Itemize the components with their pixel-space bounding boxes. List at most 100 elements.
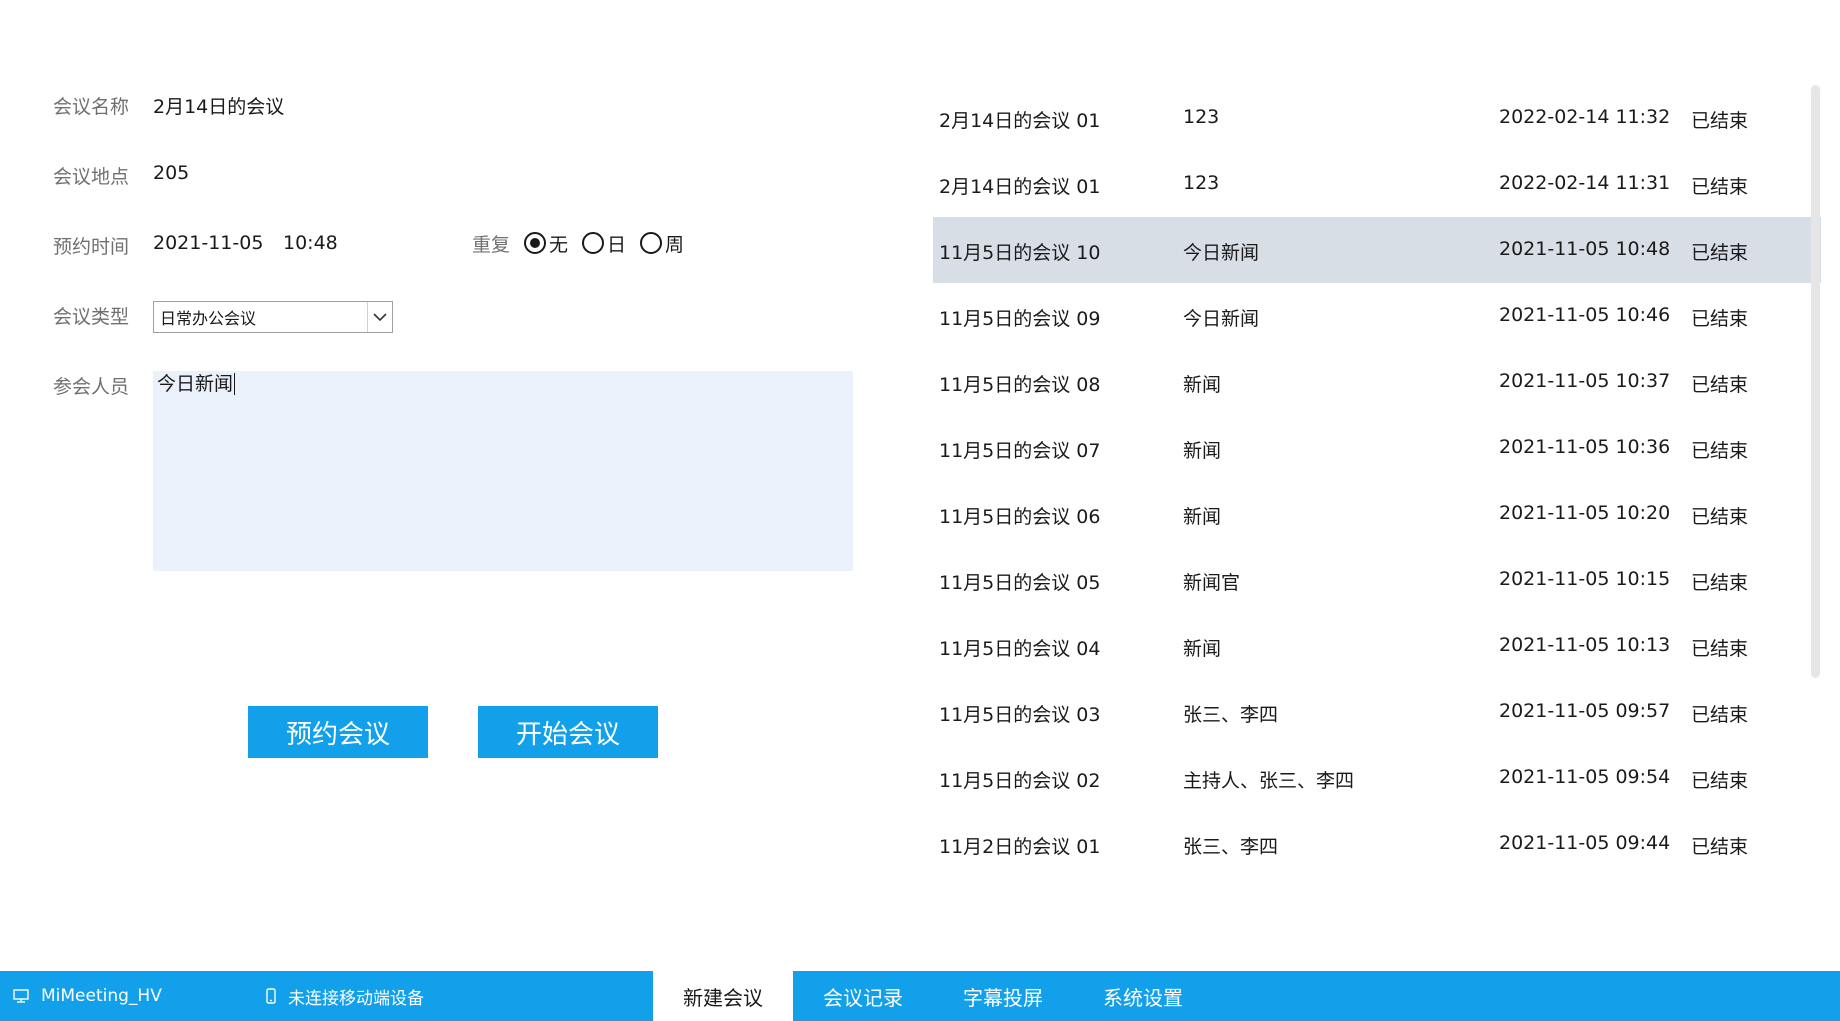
meeting-type-value: 日常办公会议 [160,309,257,328]
tab-meeting-records[interactable]: 会议记录 [793,971,933,1021]
meeting-row[interactable]: 11月2日的会议 01 张三、李四 2021-11-05 09:44 已结束 [933,811,1821,877]
phone-icon [266,988,276,1004]
meeting-time: 2021-11-05 10:20 [1499,502,1671,524]
meeting-desc: 主持人、张三、李四 [1183,770,1355,792]
meeting-time: 2021-11-05 09:44 [1499,832,1671,854]
meeting-desc: 新闻 [1183,440,1222,462]
attendees-text: 今日新闻 [157,373,234,395]
meeting-status: 已结束 [1691,308,1749,330]
meeting-status: 已结束 [1691,638,1749,660]
meeting-status: 已结束 [1691,704,1749,726]
radio-checked-icon[interactable] [524,232,547,254]
meeting-location-value[interactable]: 205 [153,162,189,184]
meeting-status: 已结束 [1691,440,1749,462]
bottom-bar: MiMeeting_HV 未连接移动端设备 新建会议 会议记录 字幕投屏 系统设… [0,971,1840,1021]
meeting-desc: 新闻 [1183,374,1222,396]
repeat-option-label: 日 [607,233,627,256]
meeting-type-select[interactable]: 日常办公会议 [153,301,393,333]
meeting-row[interactable]: 11月5日的会议 04 新闻 2021-11-05 10:13 已结束 [933,613,1821,679]
new-meeting-page: 会议名称 2月14日的会议 会议地点 205 预约时间 2021-11-05 1… [0,0,1840,1021]
book-meeting-button[interactable]: 预约会议 [248,706,428,758]
meeting-row[interactable]: 11月5日的会议 08 新闻 2021-11-05 10:37 已结束 [933,349,1821,415]
device-status: MiMeeting_HV [13,971,162,1021]
meeting-desc: 今日新闻 [1183,308,1260,330]
meeting-desc: 今日新闻 [1183,242,1260,264]
meeting-name: 11月5日的会议 03 [939,704,1101,726]
meeting-time: 2021-11-05 10:46 [1499,304,1671,326]
meeting-name: 11月5日的会议 06 [939,506,1101,528]
monitor-icon [13,989,29,1003]
meeting-desc: 张三、李四 [1183,836,1279,858]
attendees-label: 参会人员 [53,376,130,398]
meeting-name: 11月5日的会议 09 [939,308,1101,330]
repeat-option-none[interactable]: 无 [524,230,568,257]
meeting-time: 2021-11-05 09:57 [1499,700,1671,722]
repeat-option-label: 周 [665,233,685,256]
meeting-name: 2月14日的会议 01 [939,176,1101,198]
meeting-name: 11月5日的会议 08 [939,374,1101,396]
meeting-name: 11月5日的会议 07 [939,440,1101,462]
meeting-time: 2021-11-05 10:37 [1499,370,1671,392]
meeting-status: 已结束 [1691,374,1749,396]
meeting-row[interactable]: 11月5日的会议 05 新闻官 2021-11-05 10:15 已结束 [933,547,1821,613]
repeat-options: 重复 无 日 周 [472,228,698,258]
mobile-status: 未连接移动端设备 [266,971,424,1021]
radio-unchecked-icon[interactable] [582,232,605,254]
meeting-status: 已结束 [1691,110,1749,132]
meeting-name: 11月5日的会议 02 [939,770,1101,792]
meeting-time: 2021-11-05 09:54 [1499,766,1671,788]
mobile-status-text: 未连接移动端设备 [288,988,424,1009]
meeting-name-label: 会议名称 [53,96,130,118]
meeting-row[interactable]: 11月5日的会议 06 新闻 2021-11-05 10:20 已结束 [933,481,1821,547]
meeting-status: 已结束 [1691,770,1749,792]
repeat-option-day[interactable]: 日 [582,230,626,257]
meeting-name: 11月5日的会议 04 [939,638,1101,660]
text-caret [234,373,236,395]
meeting-desc: 新闻 [1183,638,1222,660]
meeting-type-label: 会议类型 [53,306,130,328]
meeting-desc: 张三、李四 [1183,704,1279,726]
meeting-row[interactable]: 11月5日的会议 09 今日新闻 2021-11-05 10:46 已结束 [933,283,1821,349]
meeting-status: 已结束 [1691,176,1749,198]
radio-unchecked-icon[interactable] [640,232,663,254]
meeting-row[interactable]: 2月14日的会议 01 123 2022-02-14 11:32 已结束 [933,85,1821,151]
meeting-list: 2月14日的会议 01 123 2022-02-14 11:32 已结束 2月14日的会… [933,85,1821,877]
meeting-name-value[interactable]: 2月14日的会议 [153,92,284,119]
meeting-time: 2022-02-14 11:32 [1499,106,1671,128]
tab-new-meeting[interactable]: 新建会议 [653,971,793,1021]
meeting-time: 2021-11-05 10:15 [1499,568,1671,590]
tab-subtitle-projection[interactable]: 字幕投屏 [933,971,1073,1021]
meeting-status: 已结束 [1691,836,1749,858]
meeting-time: 2021-11-05 10:36 [1499,436,1671,458]
meeting-name: 11月5日的会议 10 [939,242,1101,264]
meeting-name: 11月2日的会议 01 [939,836,1101,858]
meeting-status: 已结束 [1691,506,1749,528]
meeting-time: 2021-11-05 10:13 [1499,634,1671,656]
repeat-option-week[interactable]: 周 [640,230,684,257]
meeting-desc: 新闻官 [1183,572,1241,594]
tab-system-settings[interactable]: 系统设置 [1073,971,1213,1021]
booking-time-label: 预约时间 [53,236,130,258]
booking-time-value[interactable]: 10:48 [283,232,338,254]
meeting-row[interactable]: 11月5日的会议 10 今日新闻 2021-11-05 10:48 已结束 [933,217,1821,283]
meeting-name: 2月14日的会议 01 [939,110,1101,132]
meeting-location-label: 会议地点 [53,166,130,188]
meeting-row[interactable]: 2月14日的会议 01 123 2022-02-14 11:31 已结束 [933,151,1821,217]
meeting-desc: 新闻 [1183,506,1222,528]
repeat-option-label: 无 [549,233,569,256]
meeting-time: 2022-02-14 11:31 [1499,172,1671,194]
start-meeting-button[interactable]: 开始会议 [478,706,658,758]
meeting-time: 2021-11-05 10:48 [1499,238,1671,260]
meeting-row[interactable]: 11月5日的会议 07 新闻 2021-11-05 10:36 已结束 [933,415,1821,481]
meeting-row[interactable]: 11月5日的会议 03 张三、李四 2021-11-05 09:57 已结束 [933,679,1821,745]
meeting-desc: 123 [1183,106,1220,128]
booking-date-value[interactable]: 2021-11-05 [153,232,263,254]
meeting-row[interactable]: 11月5日的会议 02 主持人、张三、李四 2021-11-05 09:54 已结束 [933,745,1821,811]
device-name: MiMeeting_HV [41,986,162,1006]
attendees-input[interactable]: 今日新闻 [153,371,853,571]
meeting-status: 已结束 [1691,572,1749,594]
meeting-desc: 123 [1183,172,1220,194]
chevron-down-icon[interactable] [367,302,392,332]
list-scrollbar[interactable] [1811,85,1820,678]
meeting-name: 11月5日的会议 05 [939,572,1101,594]
